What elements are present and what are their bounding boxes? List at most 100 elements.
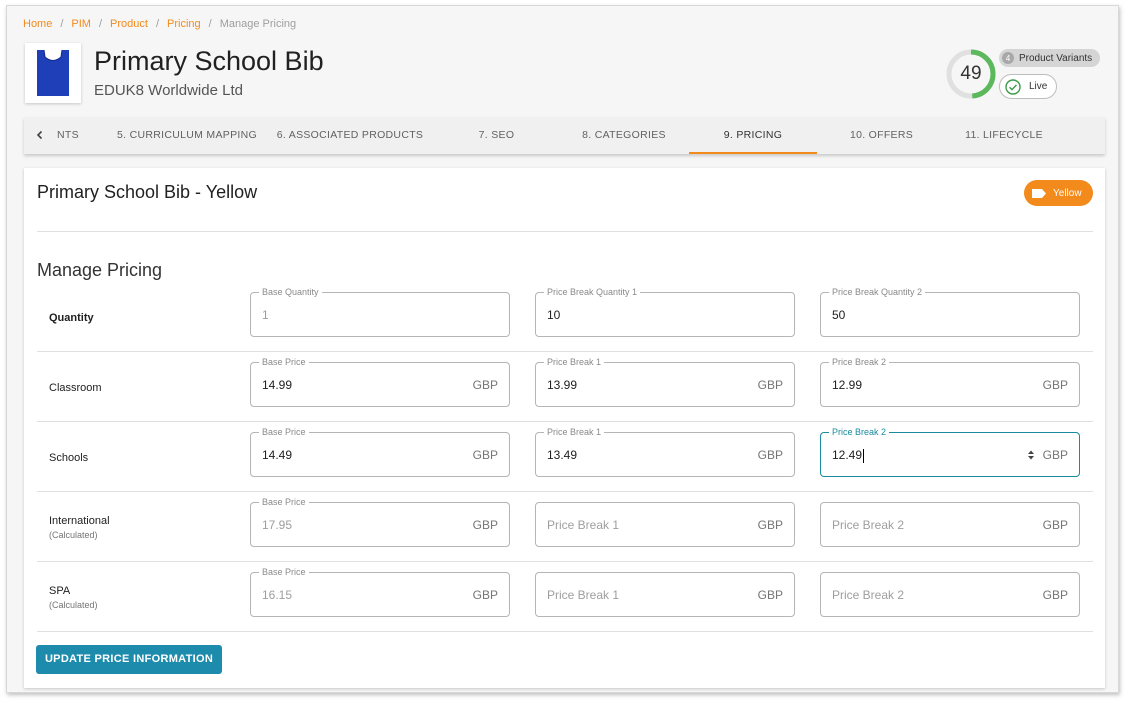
- tab-offers[interactable]: 10. OFFERS: [834, 117, 929, 154]
- field-legend: Base Quantity: [259, 287, 322, 297]
- field-value: 12.99: [832, 378, 863, 392]
- tab-bar: NTS 5. CURRICULUM MAPPING 6. ASSOCIATED …: [24, 117, 1105, 154]
- breadcrumb-pricing[interactable]: Pricing: [167, 18, 201, 30]
- field-legend: Price Break 2: [829, 357, 890, 367]
- field-value: 1: [262, 308, 269, 322]
- field-legend: Base Price: [259, 497, 309, 507]
- tab-nts[interactable]: NTS: [52, 117, 84, 154]
- field-legend: Price Break 1: [544, 427, 605, 437]
- product-thumbnail: [25, 43, 81, 103]
- tab-curriculum-mapping[interactable]: 5. CURRICULUM MAPPING: [112, 117, 262, 154]
- currency-unit: GBP: [757, 518, 783, 532]
- base-quantity-field[interactable]: Base Quantity 1: [250, 287, 510, 337]
- completeness-score: 49: [945, 48, 997, 100]
- field-value: 10: [547, 308, 561, 322]
- field-placeholder: Price Break 2: [832, 588, 905, 602]
- field-placeholder: Price Break 1: [547, 518, 620, 532]
- row-label: International: [49, 515, 110, 527]
- field-value: 50: [832, 308, 846, 322]
- breadcrumb-separator: /: [155, 18, 160, 30]
- number-spinner-icon[interactable]: [1026, 448, 1036, 462]
- product-title: Primary School Bib: [94, 46, 324, 76]
- field-placeholder: Price Break 2: [832, 518, 905, 532]
- pricing-row-international: International (Calculated) Base Price 17…: [37, 492, 1093, 562]
- currency-unit: GBP: [472, 448, 498, 462]
- schools-price-break-2-field[interactable]: Price Break 2 12.49 GBP: [820, 427, 1080, 477]
- spa-base-price-field[interactable]: Base Price 16.15 GBP: [250, 567, 510, 617]
- currency-unit: GBP: [472, 588, 498, 602]
- field-legend: Price Break 1: [544, 357, 605, 367]
- tab-pricing[interactable]: 9. PRICING: [689, 117, 817, 154]
- breadcrumb-product[interactable]: Product: [110, 18, 148, 30]
- schools-price-break-1-field[interactable]: Price Break 1 13.49 GBP: [535, 427, 795, 477]
- field-legend: Base Price: [259, 357, 309, 367]
- label-tag-icon: [1032, 188, 1046, 198]
- field-legend: Price Break Quantity 1: [544, 287, 641, 297]
- field-value: 17.95: [262, 518, 293, 532]
- variants-label: Product Variants: [1019, 52, 1093, 64]
- field-legend: Price Break Quantity 2: [829, 287, 926, 297]
- breadcrumb: Home / PIM / Product / Pricing / Manage …: [23, 18, 296, 30]
- breadcrumb-separator: /: [60, 18, 64, 30]
- field-value: 12.49: [832, 448, 865, 463]
- status-label: Live: [1029, 81, 1048, 92]
- pricing-row-schools: Schools Base Price 14.49 GBP Price Break…: [37, 422, 1093, 492]
- text-caret: [863, 448, 865, 463]
- tab-lifecycle[interactable]: 11. LIFECYCLE: [954, 117, 1054, 154]
- breadcrumb-home[interactable]: Home: [23, 18, 52, 30]
- section-title: Manage Pricing: [37, 260, 163, 280]
- currency-unit: GBP: [757, 448, 783, 462]
- field-value: 14.99: [262, 378, 293, 392]
- breadcrumb-separator: /: [208, 18, 212, 30]
- row-sublabel: (Calculated): [49, 600, 98, 610]
- currency-unit: GBP: [1042, 518, 1068, 532]
- chevron-left-icon[interactable]: [35, 130, 45, 140]
- status-badge: Live: [999, 74, 1057, 99]
- row-label: Quantity: [49, 312, 94, 324]
- price-break-quantity-1-field[interactable]: Price Break Quantity 1 10: [535, 287, 795, 337]
- international-price-break-1-field[interactable]: Price Break 1 GBP: [535, 502, 795, 547]
- field-value: 13.49: [547, 448, 578, 462]
- bib-image: [37, 49, 69, 96]
- spa-price-break-1-field[interactable]: Price Break 1 GBP: [535, 572, 795, 617]
- field-legend: Price Break 2: [829, 427, 890, 437]
- field-value: 14.49: [262, 448, 293, 462]
- tab-associated-products[interactable]: 6. ASSOCIATED PRODUCTS: [274, 117, 426, 154]
- international-price-break-2-field[interactable]: Price Break 2 GBP: [820, 502, 1080, 547]
- currency-unit: GBP: [1042, 378, 1068, 392]
- classroom-price-break-1-field[interactable]: Price Break 1 13.99 GBP: [535, 357, 795, 407]
- currency-unit: GBP: [1042, 588, 1068, 602]
- check-circle-icon: [1005, 78, 1021, 95]
- price-break-quantity-2-field[interactable]: Price Break Quantity 2 50: [820, 287, 1080, 337]
- row-label: SPA: [49, 585, 71, 597]
- pricing-row-spa: SPA (Calculated) Base Price 16.15 GBP Pr…: [37, 562, 1093, 632]
- currency-unit: GBP: [472, 378, 498, 392]
- currency-unit: GBP: [757, 378, 783, 392]
- spa-price-break-2-field[interactable]: Price Break 2 GBP: [820, 572, 1080, 617]
- app-window: Home / PIM / Product / Pricing / Manage …: [6, 5, 1119, 693]
- tab-seo[interactable]: 7. SEO: [464, 117, 529, 154]
- field-value-text: 12.49: [832, 448, 863, 462]
- row-label: Schools: [49, 452, 89, 464]
- color-chip-label: Yellow: [1053, 187, 1082, 199]
- breadcrumb-separator: /: [98, 18, 103, 30]
- row-sublabel: (Calculated): [49, 530, 98, 540]
- pricing-row-quantity: Quantity Base Quantity 1 Price Break Qua…: [37, 282, 1093, 352]
- tab-categories[interactable]: 8. CATEGORIES: [569, 117, 679, 154]
- international-base-price-field[interactable]: Base Price 17.95 GBP: [250, 497, 510, 547]
- classroom-base-price-field[interactable]: Base Price 14.99 GBP: [250, 357, 510, 407]
- currency-unit: GBP: [472, 518, 498, 532]
- product-variants-badge[interactable]: 4 Product Variants: [999, 49, 1101, 67]
- product-company: EDUK8 Worldwide Ltd: [94, 82, 243, 99]
- variants-count: 4: [1002, 52, 1014, 64]
- variant-title: Primary School Bib - Yellow: [37, 182, 258, 202]
- update-price-button[interactable]: UPDATE PRICE INFORMATION: [36, 645, 222, 674]
- field-legend: Base Price: [259, 567, 309, 577]
- currency-unit: GBP: [757, 588, 783, 602]
- field-value: 13.99: [547, 378, 578, 392]
- schools-base-price-field[interactable]: Base Price 14.49 GBP: [250, 427, 510, 477]
- field-value: 16.15: [262, 588, 293, 602]
- pricing-card: Primary School Bib - Yellow Yellow Manag…: [24, 168, 1105, 688]
- breadcrumb-pim[interactable]: PIM: [71, 18, 91, 30]
- classroom-price-break-2-field[interactable]: Price Break 2 12.99 GBP: [820, 357, 1080, 407]
